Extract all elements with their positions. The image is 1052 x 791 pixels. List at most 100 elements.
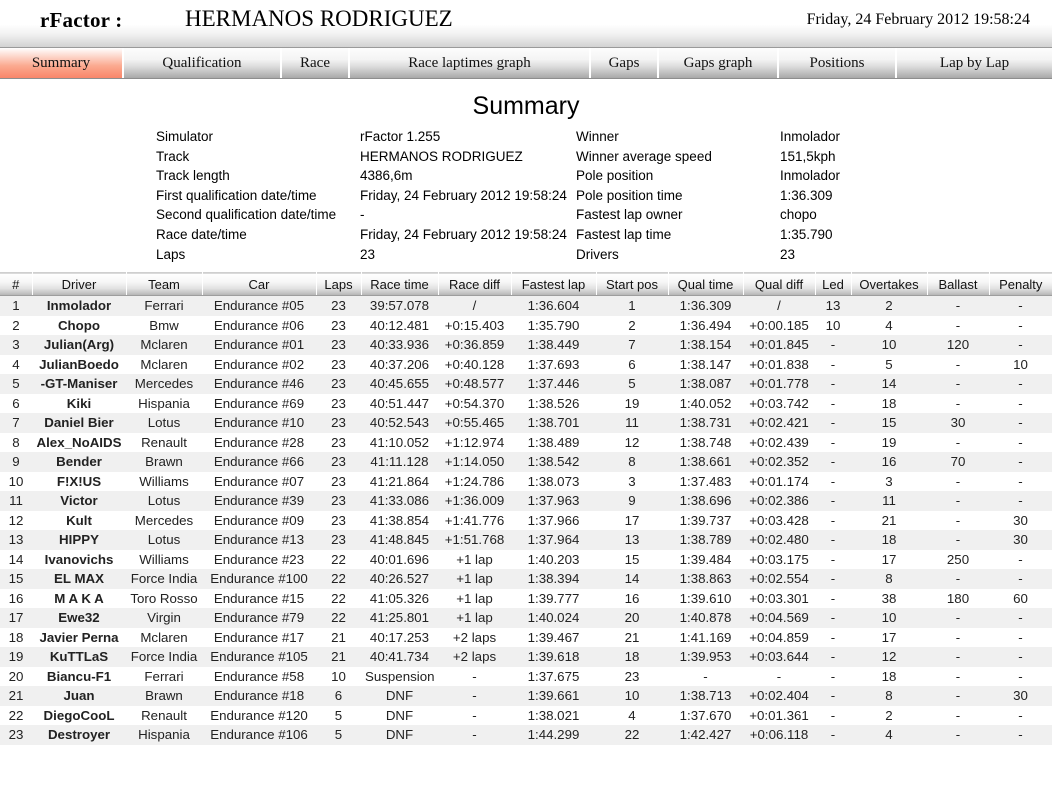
cell-fastest: 1:38.449 bbox=[527, 337, 580, 353]
cell-overtakes: 12 bbox=[881, 649, 897, 665]
column-header-racetime[interactable]: Race time bbox=[361, 272, 439, 296]
column-header-racediff[interactable]: Race diff bbox=[438, 272, 512, 296]
column-header-qualtime[interactable]: Qual time bbox=[668, 272, 744, 296]
cell-qualtime: 1:38.696 bbox=[679, 493, 732, 509]
summary-value: Friday, 24 February 2012 19:58:24 bbox=[360, 187, 567, 203]
summary-row: Fastest lap owner chopo bbox=[576, 205, 840, 225]
tab-qualification[interactable]: Qualification bbox=[124, 48, 282, 78]
tab-gaps-graph[interactable]: Gaps graph bbox=[659, 48, 779, 78]
cell-team: Williams bbox=[139, 473, 189, 489]
table-row[interactable]: 8 Alex_NoAIDS Renault Endurance #28 23 41:10.… bbox=[0, 432, 1052, 452]
column-header-startpos[interactable]: Start pos bbox=[596, 272, 669, 296]
tab-label: Gaps graph bbox=[683, 54, 753, 71]
table-row[interactable]: 7 Daniel Bier Lotus Endurance #10 23 40:52.54… bbox=[0, 413, 1052, 433]
cell-ballast: - bbox=[955, 317, 961, 333]
cell-qualtime: 1:41.169 bbox=[679, 629, 732, 645]
cell-startpos: 7 bbox=[628, 337, 636, 353]
column-header-pos[interactable]: # bbox=[0, 272, 33, 296]
table-row[interactable]: 21 Juan Brawn Endurance #18 6 DNF - 1:39.661 10 1… bbox=[0, 686, 1052, 706]
cell-pos: 19 bbox=[8, 649, 24, 665]
table-row[interactable]: 23 Destroyer Hispania Endurance #106 5 DNF - 1:… bbox=[0, 725, 1052, 745]
table-row[interactable]: 15 EL MAX Force India Endurance #100 22 40:26… bbox=[0, 569, 1052, 589]
cell-fastest: 1:38.701 bbox=[527, 415, 580, 431]
column-header-qualdiff[interactable]: Qual diff bbox=[743, 272, 816, 296]
cell-ballast: 30 bbox=[950, 415, 966, 431]
table-row[interactable]: 20 Biancu-F1 Ferrari Endurance #58 10 Suspens… bbox=[0, 666, 1052, 686]
table-row[interactable]: 17 Ewe32 Virgin Endurance #79 22 41:25.801 +1 … bbox=[0, 608, 1052, 628]
cell-driver: Alex_NoAIDS bbox=[36, 434, 122, 450]
table-row[interactable]: 2 Chopo Bmw Endurance #06 23 40:12.481 +0:15.4… bbox=[0, 315, 1052, 335]
cell-fastest: 1:35.790 bbox=[527, 317, 580, 333]
cell-racetime: 41:48.845 bbox=[369, 532, 430, 548]
table-row[interactable]: 14 Ivanovichs Williams Endurance #23 22 40:01… bbox=[0, 549, 1052, 569]
table-row[interactable]: 1 Inmolador Ferrari Endurance #05 23 39:57.07… bbox=[0, 295, 1052, 316]
cell-qualtime: 1:38.731 bbox=[679, 415, 732, 431]
summary-row: Race date/time Friday, 24 February 2012 1… bbox=[156, 225, 567, 245]
cell-qualtime: 1:38.789 bbox=[679, 532, 732, 548]
cell-racetime: DNF bbox=[385, 727, 414, 743]
column-header-driver[interactable]: Driver bbox=[32, 272, 127, 296]
cell-ballast: - bbox=[955, 571, 961, 587]
tab-summary[interactable]: Summary bbox=[0, 48, 124, 78]
cell-car: Endurance #79 bbox=[213, 610, 305, 626]
table-row[interactable]: 12 Kult Mercedes Endurance #09 23 41:38.854 +1… bbox=[0, 510, 1052, 530]
cell-team: Renault bbox=[141, 434, 187, 450]
table-row[interactable]: 4 JulianBoedo Mclaren Endurance #02 23 40:37.… bbox=[0, 354, 1052, 374]
tab-race-laptimes-graph[interactable]: Race laptimes graph bbox=[350, 48, 591, 78]
cell-pos: 12 bbox=[8, 512, 24, 528]
table-row[interactable]: 9 Bender Brawn Endurance #66 23 41:11.128 +1:1… bbox=[0, 452, 1052, 472]
cell-qualdiff: +0:04.569 bbox=[749, 610, 809, 626]
cell-qualtime: 1:38.713 bbox=[679, 688, 732, 704]
table-row[interactable]: 22 DiegoCooL Renault Endurance #120 5 DNF - 1:3… bbox=[0, 705, 1052, 725]
table-row[interactable]: 18 Javier Perna Mclaren Endurance #17 21 40:1… bbox=[0, 627, 1052, 647]
cell-fastest: 1:38.021 bbox=[527, 707, 580, 723]
table-row[interactable]: 10 F!X!US Williams Endurance #07 23 41:21.864… bbox=[0, 471, 1052, 491]
cell-pos: 14 bbox=[8, 551, 24, 567]
table-row[interactable]: 16 M A K A Toro Rosso Endurance #15 22 41:05.… bbox=[0, 588, 1052, 608]
cell-overtakes: 19 bbox=[881, 434, 897, 450]
page-title: HERMANOS RODRIGUEZ bbox=[185, 6, 453, 31]
column-header-ballast[interactable]: Ballast bbox=[927, 272, 990, 296]
table-row[interactable]: 3 Julian(Arg) Mclaren Endurance #01 23 40:33.… bbox=[0, 335, 1052, 355]
table-row[interactable]: 19 KuTTLaS Force India Endurance #105 21 40:4… bbox=[0, 647, 1052, 667]
column-header-penalty[interactable]: Penalty bbox=[989, 272, 1052, 296]
tab-positions[interactable]: Positions bbox=[779, 48, 897, 78]
cell-driver: Kult bbox=[66, 512, 92, 528]
cell-laps: 22 bbox=[331, 571, 346, 587]
cell-racediff: +0:55.465 bbox=[444, 415, 505, 431]
cell-team: Mclaren bbox=[140, 337, 188, 353]
cell-racediff: +1 lap bbox=[456, 590, 493, 606]
summary-label: Pole position time bbox=[576, 187, 683, 203]
cell-startpos: 6 bbox=[628, 356, 636, 372]
cell-laps: 10 bbox=[331, 668, 346, 684]
column-header-car[interactable]: Car bbox=[202, 272, 317, 296]
tab-lap-by-lap[interactable]: Lap by Lap bbox=[897, 48, 1052, 78]
cell-fastest: 1:37.963 bbox=[527, 493, 580, 509]
cell-racetime: Suspension bbox=[365, 668, 435, 684]
column-header-overtakes[interactable]: Overtakes bbox=[851, 272, 928, 296]
cell-team: Bmw bbox=[149, 317, 179, 333]
tab-race[interactable]: Race bbox=[282, 48, 350, 78]
column-header-team[interactable]: Team bbox=[126, 272, 203, 296]
table-row[interactable]: 5 -GT-Maniser Mercedes Endurance #46 23 40:45… bbox=[0, 374, 1052, 394]
cell-qualdiff: +0:02.554 bbox=[749, 571, 809, 587]
tab-gaps[interactable]: Gaps bbox=[591, 48, 659, 78]
cell-laps: 21 bbox=[331, 629, 346, 645]
cell-team: Virgin bbox=[147, 610, 181, 626]
cell-overtakes: 5 bbox=[885, 356, 893, 372]
table-row[interactable]: 11 Victor Lotus Endurance #39 23 41:33.086 +1:… bbox=[0, 491, 1052, 511]
cell-racediff: - bbox=[472, 668, 477, 684]
cell-penalty: 60 bbox=[1013, 590, 1028, 606]
table-row[interactable]: 13 HIPPY Lotus Endurance #13 23 41:48.845 +1:5… bbox=[0, 530, 1052, 550]
cell-ballast: - bbox=[955, 434, 961, 450]
cell-qualdiff: +0:02.480 bbox=[749, 532, 809, 548]
cell-racediff: +2 laps bbox=[452, 649, 497, 665]
summary-value: 23 bbox=[360, 246, 376, 262]
column-header-led[interactable]: Led bbox=[815, 272, 852, 296]
cell-ballast: 180 bbox=[946, 590, 970, 606]
table-row[interactable]: 6 Kiki Hispania Endurance #69 23 40:51.447 +0:… bbox=[0, 393, 1052, 413]
cell-ballast: - bbox=[955, 649, 961, 665]
column-header-laps[interactable]: Laps bbox=[316, 272, 362, 296]
cell-penalty: - bbox=[1018, 395, 1023, 411]
column-header-fastest[interactable]: Fastest lap bbox=[511, 272, 597, 296]
